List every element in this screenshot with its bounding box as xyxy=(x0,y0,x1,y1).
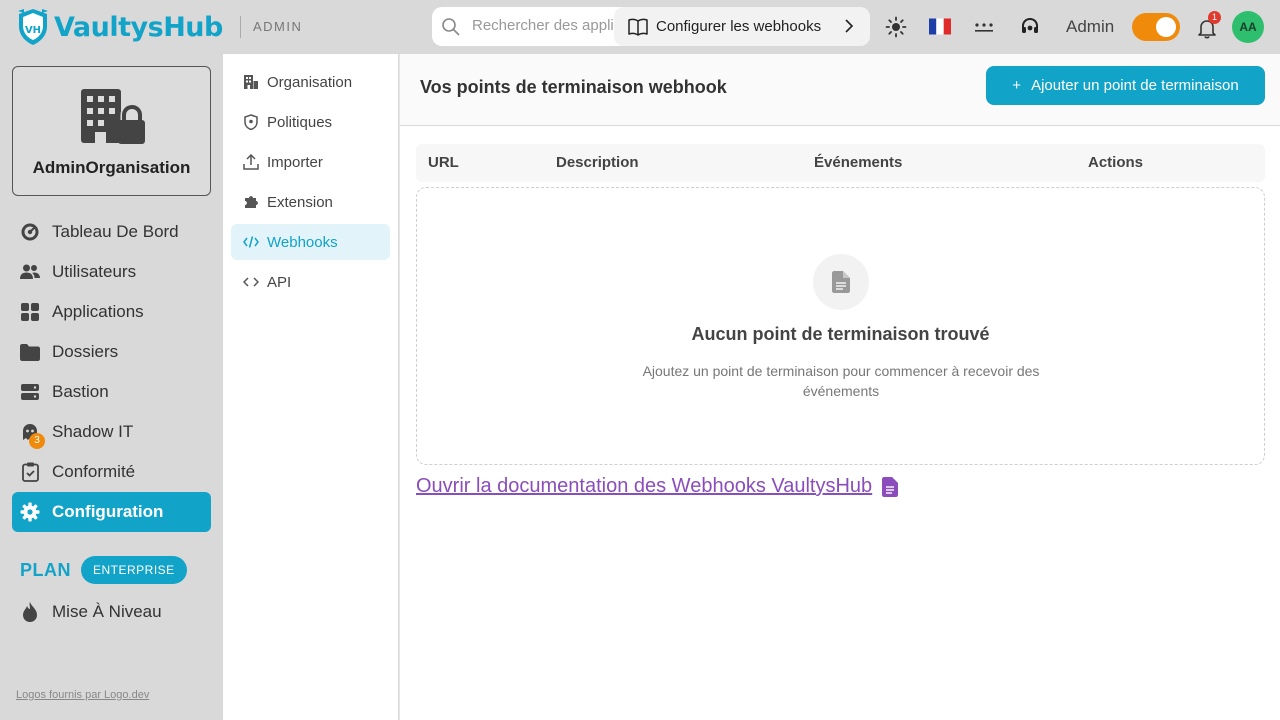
password-dots-icon[interactable] xyxy=(973,16,995,38)
support-headset-icon[interactable] xyxy=(1019,16,1041,38)
gauge-icon xyxy=(20,222,40,242)
subnav-item-policies[interactable]: Politiques xyxy=(231,104,390,140)
notification-badge: 1 xyxy=(1208,11,1221,24)
upgrade-section: Mise À Niveau xyxy=(12,592,211,632)
upgrade-button[interactable]: Mise À Niveau xyxy=(12,592,211,632)
subnav-item-label: Importer xyxy=(267,153,323,171)
folder-icon xyxy=(20,342,40,362)
admin-mode-toggle[interactable] xyxy=(1132,13,1180,41)
upgrade-label: Mise À Niveau xyxy=(52,602,162,621)
page-title: Vos points de terminaison webhook xyxy=(420,77,727,97)
subnav-item-webhooks[interactable]: Webhooks xyxy=(231,224,390,260)
users-icon xyxy=(20,262,40,282)
empty-state-title: Aucun point de terminaison trouvé xyxy=(691,324,990,344)
plan-label: PLAN xyxy=(20,559,71,580)
documentation-link-row: Ouvrir la documentation des Webhooks Vau… xyxy=(416,475,899,498)
sidebar-item-bastion[interactable]: Bastion xyxy=(12,372,211,412)
subnav-item-organisation[interactable]: Organisation xyxy=(231,64,390,100)
sidebar-item-folders[interactable]: Dossiers xyxy=(12,332,211,372)
sidebar-item-dashboard[interactable]: Tableau De Bord xyxy=(12,212,211,252)
subnav-item-label: Webhooks xyxy=(267,233,338,251)
guide-button[interactable]: Configurer les webhooks xyxy=(614,7,870,46)
sidebar-item-applications[interactable]: Applications xyxy=(12,292,211,332)
organization-card[interactable]: AdminOrganisation xyxy=(12,66,211,196)
subnav-item-import[interactable]: Importer xyxy=(231,144,390,180)
subnav-item-api[interactable]: API xyxy=(231,264,390,300)
column-header: Actions xyxy=(1088,154,1144,171)
building-icon xyxy=(243,74,259,90)
organization-name: AdminOrganisation xyxy=(32,158,191,177)
settings-subnav: Organisation Politiques Importer Extensi… xyxy=(231,64,390,304)
sidebar-item-users[interactable]: Utilisateurs xyxy=(12,252,211,292)
sidebar-item-compliance[interactable]: Conformité xyxy=(12,452,211,492)
code-icon xyxy=(243,274,259,290)
guide-label: Configurer les webhooks xyxy=(656,18,822,35)
search-input[interactable] xyxy=(472,17,622,34)
subnav-item-label: Extension xyxy=(267,193,333,211)
sidebar-item-label: Tableau De Bord xyxy=(52,222,179,241)
chevron-right-icon xyxy=(845,19,854,33)
sidebar-item-label: Applications xyxy=(52,302,144,321)
code-slash-icon xyxy=(243,234,259,250)
avatar[interactable]: AA xyxy=(1232,11,1264,43)
sun-icon[interactable] xyxy=(885,16,907,38)
logos-credit-link[interactable]: Logos fournis par Logo.dev xyxy=(16,689,149,701)
search-icon xyxy=(442,18,460,36)
column-header: Description xyxy=(556,154,639,171)
sidebar-item-label: Bastion xyxy=(52,382,109,401)
book-open-icon xyxy=(628,18,648,36)
section-tag: ADMIN xyxy=(253,19,303,34)
shield-logo-icon: VH xyxy=(18,9,48,45)
subnav-item-extension[interactable]: Extension xyxy=(231,184,390,220)
building-lock-icon xyxy=(81,89,145,144)
puzzle-icon xyxy=(243,194,259,210)
settings-subnav-panel: Organisation Politiques Importer Extensi… xyxy=(223,54,398,720)
empty-state: Aucun point de terminaison trouvé Ajoute… xyxy=(416,187,1265,465)
app-logo[interactable]: VH VaultysHub xyxy=(16,8,223,46)
sidebar-item-shadow-it[interactable]: 3 Shadow IT xyxy=(12,412,211,452)
sidebar-nav: Tableau De Bord Utilisateurs Application… xyxy=(12,212,211,532)
sidebar-item-label: Utilisateurs xyxy=(52,262,137,281)
top-bar: VH VaultysHub ADMIN Configurer les webho… xyxy=(0,0,1280,54)
sidebar-item-label: Shadow IT xyxy=(52,422,134,441)
empty-state-description: Ajoutez un point de terminaison pour com… xyxy=(642,363,1040,399)
plan-info: PLAN ENTERPRISE xyxy=(20,556,187,584)
sidebar-item-configuration[interactable]: Configuration xyxy=(12,492,211,532)
clipboard-check-icon xyxy=(20,462,40,482)
sidebar-item-label: Conformité xyxy=(52,462,136,481)
add-endpoint-button[interactable]: + Ajouter un point de terminaison xyxy=(986,66,1265,105)
flag-fr-icon[interactable] xyxy=(929,18,951,35)
shadow-it-badge: 3 xyxy=(29,433,45,449)
column-header: Événements xyxy=(814,154,903,171)
subnav-item-label: Politiques xyxy=(267,113,333,131)
app-name: VaultysHub xyxy=(54,11,223,43)
table-header: URL Description Événements Actions xyxy=(416,144,1265,182)
documentation-link[interactable]: Ouvrir la documentation des Webhooks Vau… xyxy=(416,475,872,498)
grid-icon xyxy=(20,302,40,322)
sidebar-item-label: Configuration xyxy=(52,502,164,521)
document-icon xyxy=(813,254,869,310)
column-header: URL xyxy=(428,154,459,171)
plan-badge: ENTERPRISE xyxy=(81,556,187,584)
server-icon xyxy=(20,382,40,402)
gear-icon xyxy=(20,502,40,522)
subnav-item-label: Organisation xyxy=(267,73,353,91)
divider xyxy=(240,16,241,38)
shield-icon xyxy=(243,114,259,130)
upload-icon xyxy=(243,154,259,170)
subnav-item-label: API xyxy=(267,273,292,291)
document-icon[interactable] xyxy=(882,476,899,497)
flame-icon xyxy=(20,602,40,622)
svg-text:VH: VH xyxy=(25,25,41,36)
sidebar-item-label: Dossiers xyxy=(52,342,119,361)
main-content: Vos points de terminaison webhook + Ajou… xyxy=(399,54,1280,720)
page-header: Vos points de terminaison webhook + Ajou… xyxy=(400,54,1280,126)
add-endpoint-label: Ajouter un point de terminaison xyxy=(1031,77,1239,94)
user-name: Admin xyxy=(1066,17,1115,36)
plus-icon: + xyxy=(1012,77,1022,94)
